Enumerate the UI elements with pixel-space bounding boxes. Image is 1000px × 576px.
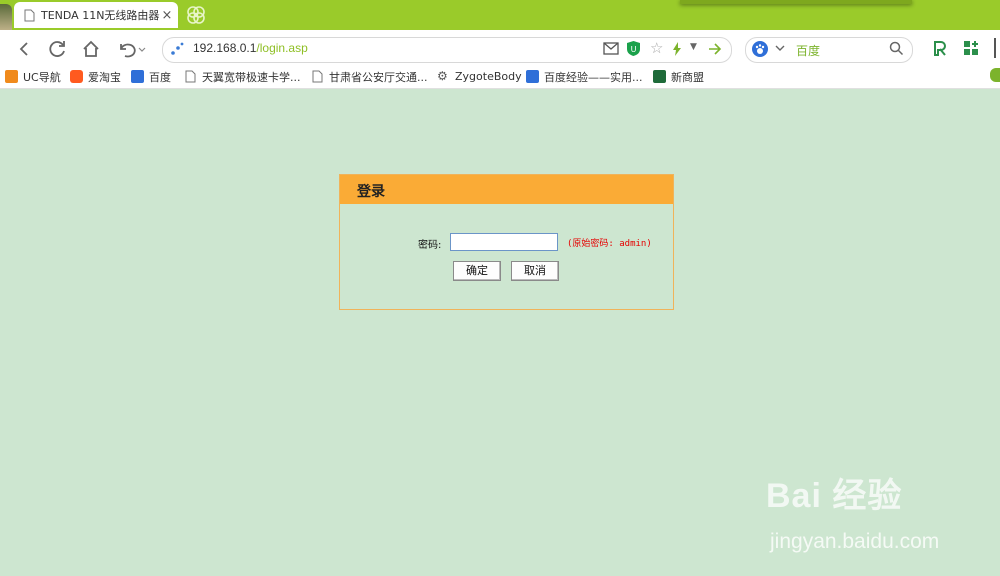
shield-icon[interactable]: U (626, 40, 641, 57)
bookmark-label: 天翼宽带极速卡学... (202, 70, 301, 84)
extension-icon[interactable] (932, 40, 948, 57)
back-icon[interactable] (13, 38, 35, 60)
sidebar-toggle-icon[interactable] (990, 68, 1000, 82)
bookmark-label: 百度 (149, 70, 171, 84)
bookmark-taobao[interactable]: 爱淘宝 (70, 68, 121, 85)
close-icon[interactable]: × (160, 8, 174, 23)
watermark-url: jingyan.baidu.com (770, 530, 940, 553)
bookmark-zygotebody[interactable]: ⚙ ZygoteBody (437, 68, 522, 85)
mail-icon[interactable] (603, 42, 619, 55)
home-icon[interactable] (80, 38, 102, 60)
watermark-logo: Bai 经验 (766, 468, 902, 517)
bookmark-label: 爱淘宝 (88, 70, 121, 84)
xinshangmeng-icon (653, 70, 666, 83)
password-label: 密码: (418, 240, 442, 251)
new-tab-icon[interactable] (186, 5, 206, 25)
baidu-paw-icon (526, 70, 539, 83)
bookmark-jingyan[interactable]: 百度经验——实用... (526, 68, 643, 85)
bookmark-label: ZygoteBody (455, 70, 522, 83)
search-box[interactable] (745, 37, 913, 63)
cancel-button[interactable]: 取消 (511, 261, 559, 281)
page-icon (24, 9, 35, 21)
bookmark-tianyi[interactable]: 天翼宽带极速卡学... (184, 68, 301, 85)
baidu-paw-icon (131, 70, 144, 83)
page-icon (185, 70, 196, 83)
bookmark-gansu[interactable]: 甘肃省公安厅交通... (311, 68, 428, 85)
bookmark-label: 新商盟 (671, 70, 704, 84)
site-info-icon[interactable] (170, 42, 184, 56)
star-icon[interactable]: ☆ (650, 39, 663, 57)
bookmark-xinshangmeng[interactable]: 新商盟 (653, 68, 704, 85)
url-path: /login.asp (256, 41, 308, 55)
popup-shadow (680, 0, 912, 4)
ok-button[interactable]: 确定 (453, 261, 501, 281)
browser-tab[interactable]: TENDA 11N无线路由器登 × (14, 2, 178, 28)
tab-title: TENDA 11N无线路由器登 (41, 9, 160, 22)
login-panel: 登录 密码: (原始密码: admin) 确定 取消 (339, 174, 674, 310)
bookmark-label: 百度经验——实用... (544, 70, 643, 84)
bookmark-uc[interactable]: UC导航 (5, 68, 61, 85)
gear-icon: ⚙ (437, 69, 448, 83)
search-icon[interactable] (889, 41, 904, 56)
watermark-main: Bai 经验 (766, 477, 903, 515)
dropdown-icon[interactable]: ▼ (690, 42, 697, 52)
password-field[interactable] (450, 233, 558, 251)
url-text[interactable]: 192.168.0.1/login.asp (193, 41, 308, 55)
url-host: 192.168.0.1 (193, 41, 257, 55)
undo-icon[interactable] (114, 38, 148, 60)
uc-icon (5, 70, 18, 83)
svg-text:U: U (631, 45, 637, 54)
password-hint: (原始密码: admin) (567, 239, 652, 249)
login-header: 登录 (340, 175, 673, 204)
apps-icon[interactable] (964, 41, 979, 56)
login-title: 登录 (357, 184, 385, 200)
bookmark-baidu[interactable]: 百度 (131, 68, 171, 85)
baidu-paw-icon[interactable] (752, 41, 768, 57)
taobao-icon (70, 70, 83, 83)
page-icon (312, 70, 323, 83)
lightning-icon[interactable] (672, 42, 682, 56)
menu-icon[interactable] (994, 38, 1000, 58)
search-engine-label[interactable]: 百度 (796, 42, 820, 59)
go-arrow-icon[interactable] (708, 42, 722, 56)
chevron-down-icon[interactable] (775, 45, 785, 52)
refresh-icon[interactable] (47, 38, 69, 60)
bookmark-label: UC导航 (23, 70, 61, 84)
bookmark-label: 甘肃省公安厅交通... (329, 70, 428, 84)
